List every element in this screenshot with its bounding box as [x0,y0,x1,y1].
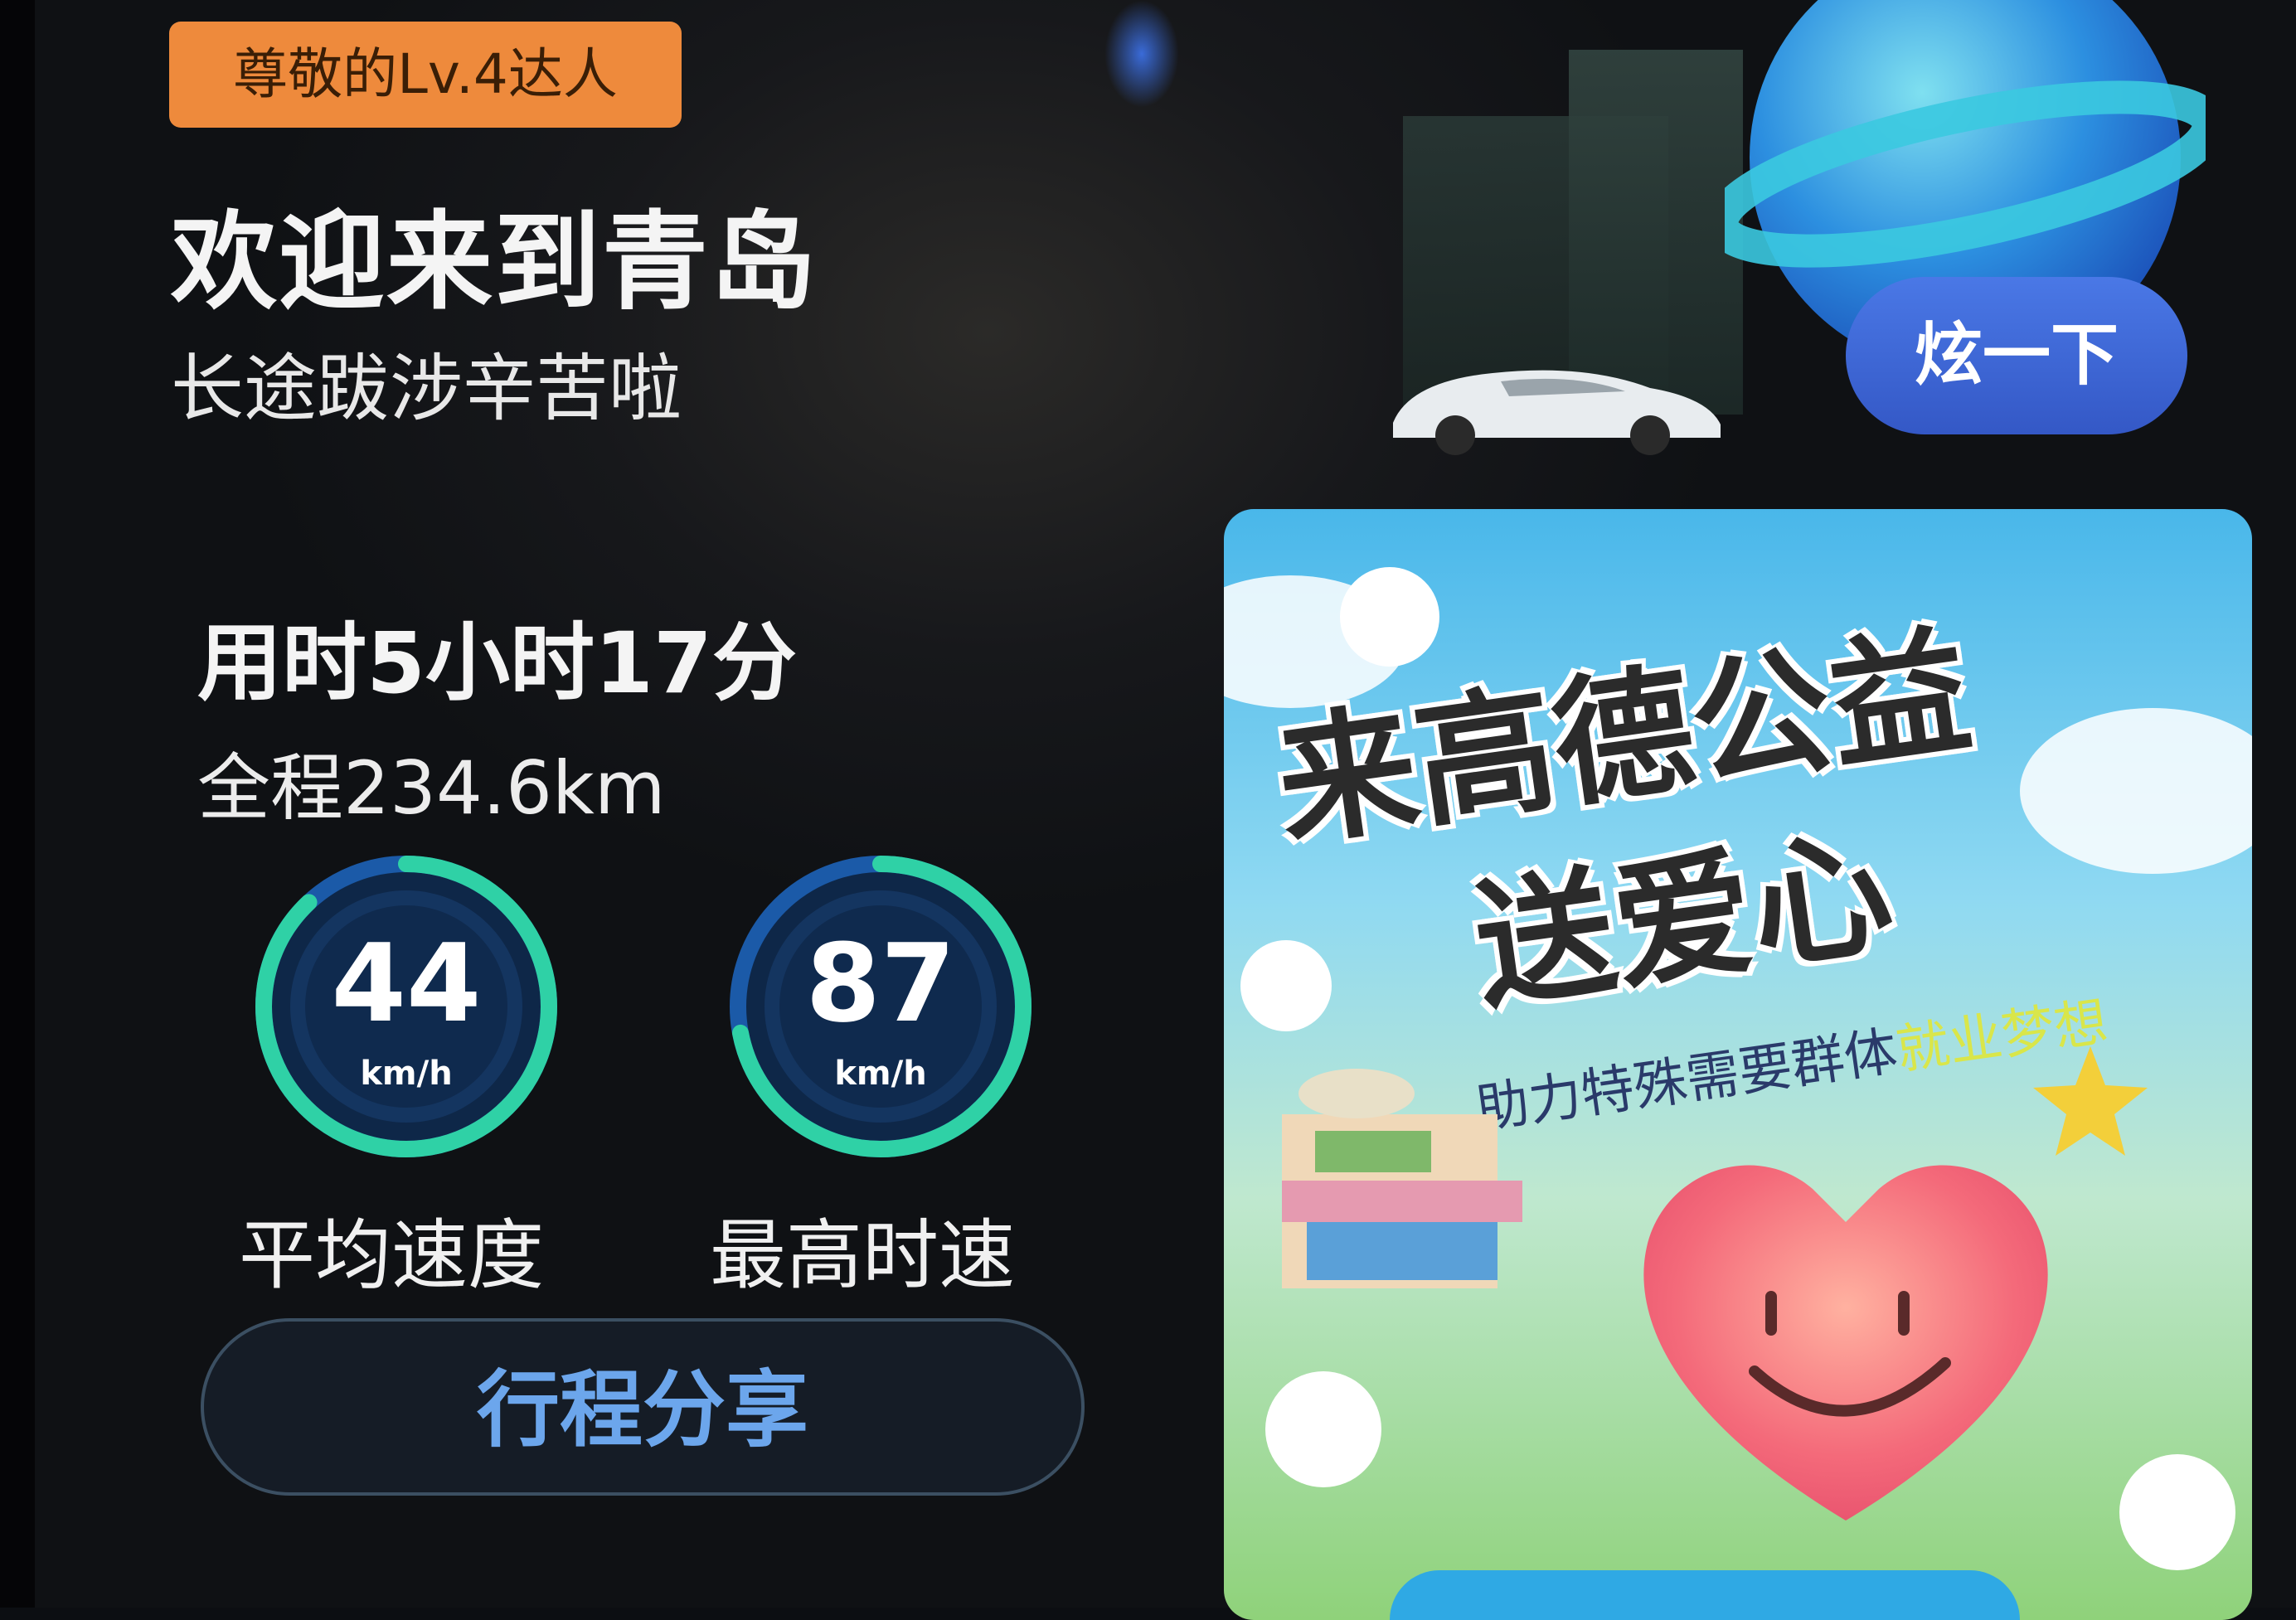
device-bezel [0,0,35,1608]
smiling-heart-icon [1643,1165,2048,1521]
heart-bubble-icon [1240,940,1332,1031]
trip-distance: 全程234.6km [197,745,666,831]
shop-icon [1282,1069,1522,1288]
average-speed-value: 44 [331,920,482,1046]
cloud [2020,708,2252,874]
car-icon [1393,370,1721,455]
max-speed-unit: km/h [834,1055,927,1093]
trip-share-button[interactable]: 行程分享 [201,1318,1085,1496]
trip-duration: 用时5小时17分 [197,614,797,713]
max-speed-gauge: 87 km/h [723,849,1038,1164]
welcome-title: 欢迎来到青岛 [171,201,818,324]
charity-banner[interactable]: 来高德公益 送爱心 助力特殊需要群体就业梦想 [1224,509,2252,1620]
heart-bubble-icon [1265,1371,1381,1487]
average-speed-label: 平均速度 [239,1211,545,1300]
max-speed-label: 最高时速 [710,1211,1016,1300]
welcome-subtitle: 长途跋涉辛苦啦 [171,346,682,431]
max-speed-value: 87 [805,920,956,1046]
show-off-button[interactable]: 炫一下 [1846,277,2187,434]
heart-bubble-icon [2119,1454,2235,1570]
background-light [1104,0,1179,108]
level-badge: 尊敬的Lv.4达人 [169,22,682,128]
average-speed-gauge: 44 km/h [249,849,564,1164]
average-speed-unit: km/h [360,1055,453,1093]
banner-action-pill[interactable] [1390,1570,2020,1620]
